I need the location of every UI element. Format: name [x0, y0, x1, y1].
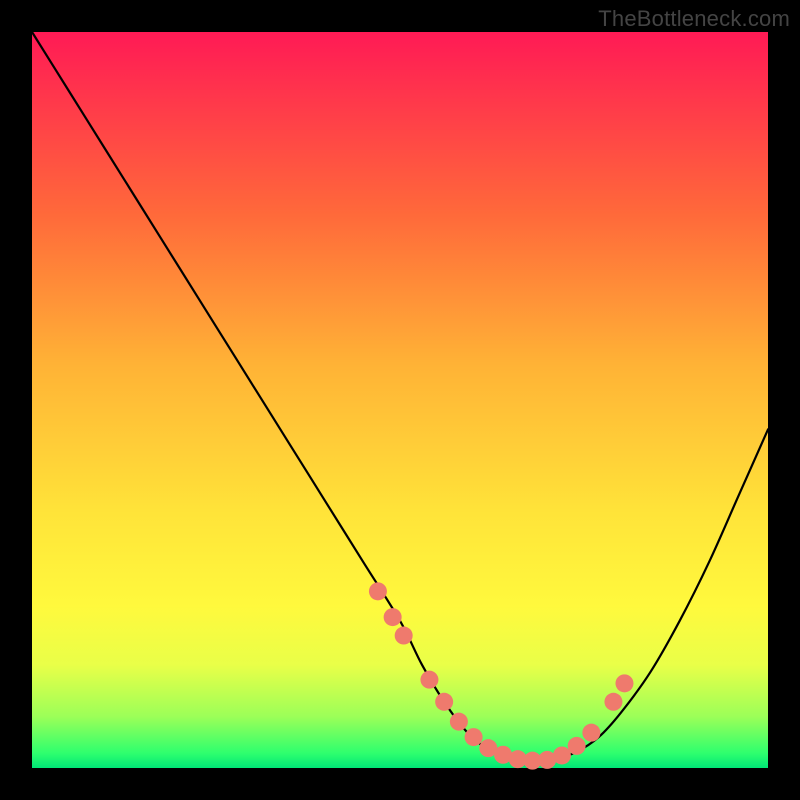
highlight-dot	[465, 728, 483, 746]
highlight-dot	[604, 693, 622, 711]
plot-area	[32, 32, 768, 768]
chart-frame: TheBottleneck.com	[0, 0, 800, 800]
highlight-dot	[553, 746, 571, 764]
highlight-dot	[582, 724, 600, 742]
highlight-dot	[420, 671, 438, 689]
highlight-dot	[568, 737, 586, 755]
curve-svg	[32, 32, 768, 768]
highlight-dot	[435, 693, 453, 711]
highlight-dot	[615, 674, 633, 692]
highlight-dot	[384, 608, 402, 626]
watermark-text: TheBottleneck.com	[598, 6, 790, 32]
highlight-dot	[369, 582, 387, 600]
highlight-dot	[450, 713, 468, 731]
bottleneck-curve	[32, 32, 768, 761]
highlight-dot	[395, 627, 413, 645]
